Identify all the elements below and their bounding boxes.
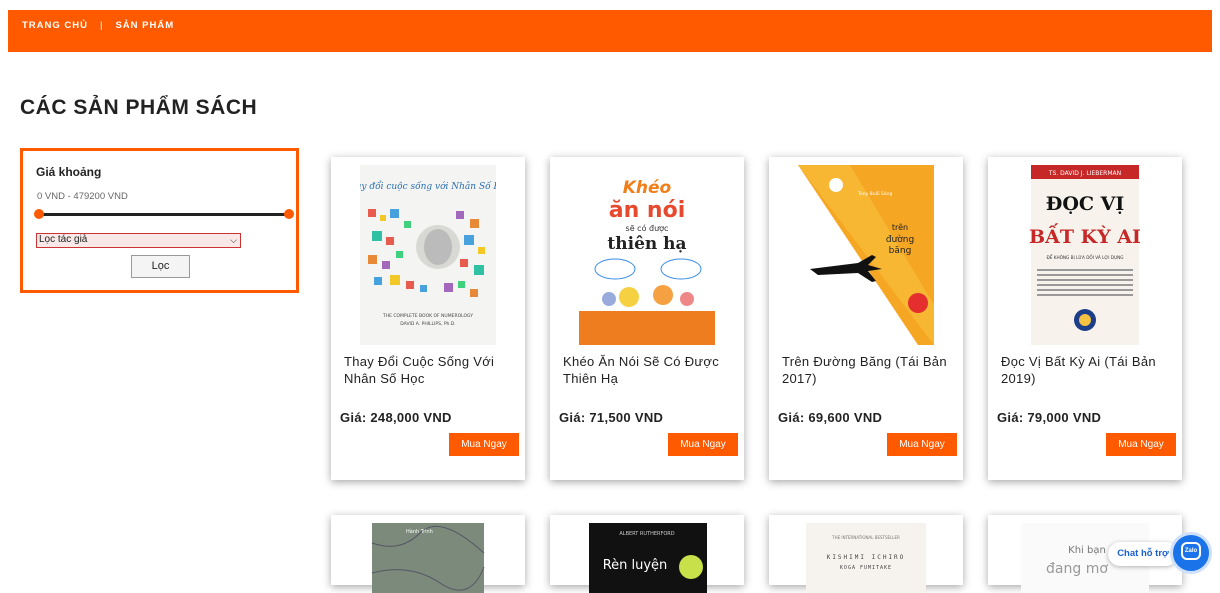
cover-author: ALBERT RUTHERFORD [619, 531, 674, 537]
zalo-chat-button[interactable]: Zalo [1170, 532, 1212, 574]
price-range-text: 0 VND - 479200 VND [37, 191, 128, 202]
book-cover-art: ALBERT RUTHERFORD Rèn luyện [589, 523, 707, 593]
chevron-down-icon: ⌵ [230, 235, 237, 245]
book-cover-image[interactable]: Khéo ăn nói sẽ có được thiên hạ [579, 165, 715, 345]
book-cover-image[interactable]: Thay đổi cuộc sống với Nhân Số Học THE C… [360, 165, 496, 345]
author-select-value: Lọc tác giả [39, 234, 88, 245]
book-cover-image[interactable]: ALBERT RUTHERFORD Rèn luyện [579, 523, 715, 593]
product-title[interactable]: Thay Đổi Cuộc Sống Với Nhân Số Học [344, 353, 514, 387]
book-cover-art: THE INTERNATIONAL BESTSELLER KISHIMI ICH… [806, 523, 926, 593]
book-cover-image[interactable]: Tony Buổi Sáng trên đường băng [798, 165, 934, 345]
book-cover-art: Hành Trình [371, 523, 485, 593]
price-filter-panel: Giá khoảng 0 VND - 479200 VND Lọc tác gi… [20, 148, 299, 293]
cover-top-text: THE INTERNATIONAL BESTSELLER [831, 535, 900, 540]
nav-separator: | [100, 20, 104, 31]
buy-now-button[interactable]: Mua Ngay [1106, 433, 1176, 456]
filter-button[interactable]: Lọc [131, 255, 190, 278]
nav-menu: TRANG CHỦ | SẢN PHẨM [22, 20, 174, 31]
cover-author: DAVID A. PHILLIPS, Ph.D. [400, 321, 455, 327]
cover-line-2: đường [886, 234, 914, 245]
slider-max-handle[interactable] [284, 209, 294, 219]
price-range-slider[interactable] [34, 209, 294, 219]
chat-support-button[interactable]: Chat hỗ trợ [1108, 542, 1178, 566]
author-filter-select[interactable]: Lọc tác giả ⌵ [36, 233, 241, 248]
product-title[interactable]: Khéo Ăn Nói Sẽ Có Được Thiên Hạ [563, 353, 733, 387]
cover-text: KISHIMI ICHIRO [827, 554, 906, 561]
cover-text: Hành Trình [406, 528, 433, 535]
buy-now-button[interactable]: Mua Ngay [668, 433, 738, 456]
product-price: Giá: 71,500 VND [559, 410, 664, 425]
cover-text: Khi bạn [1068, 545, 1106, 556]
cover-line-3: sẽ có được [626, 223, 669, 233]
cover-line-2: ăn nói [609, 198, 685, 223]
cover-brand: Tony Buổi Sáng [857, 190, 893, 197]
product-card[interactable]: TS. DAVID J. LIEBERMAN ĐỌC VỊ BẤT KỲ AI … [988, 157, 1182, 480]
cover-line-1: Khéo [623, 178, 672, 198]
filter-label: Giá khoảng [36, 165, 102, 179]
cover-text: Rèn luyện [603, 558, 668, 573]
nav-products-link[interactable]: SẢN PHẨM [115, 20, 174, 31]
book-cover-art: Thay đổi cuộc sống với Nhân Số Học THE C… [360, 165, 496, 345]
book-cover-art: TS. DAVID J. LIEBERMAN ĐỌC VỊ BẤT KỲ AI … [1029, 165, 1141, 345]
zalo-icon: Zalo [1181, 542, 1201, 560]
product-price: Giá: 69,600 VND [778, 410, 883, 425]
book-cover-image[interactable]: Hành Trình [360, 523, 496, 593]
cover-subtitle: THE COMPLETE BOOK OF NUMEROLOGY [382, 313, 473, 319]
cover-line-1: ĐỌC VỊ [1046, 193, 1125, 215]
book-cover-art: Khéo ăn nói sẽ có được thiên hạ [579, 165, 715, 345]
page-title: CÁC SẢN PHẨM SÁCH [20, 96, 258, 119]
product-card[interactable]: Tony Buổi Sáng trên đường băng Trên Đườn… [769, 157, 963, 480]
product-card[interactable]: Thay đổi cuộc sống với Nhân Số Học THE C… [331, 157, 525, 480]
book-cover-image[interactable]: TS. DAVID J. LIEBERMAN ĐỌC VỊ BẤT KỲ AI … [1017, 165, 1153, 345]
top-navbar: TRANG CHỦ | SẢN PHẨM [8, 10, 1212, 52]
cover-author: TS. DAVID J. LIEBERMAN [1048, 170, 1121, 177]
nav-home-link[interactable]: TRANG CHỦ [22, 20, 88, 31]
product-card[interactable]: Khéo ăn nói sẽ có được thiên hạ Khéo Ăn … [550, 157, 744, 480]
cover-text-2: KOGA FUMITAKE [840, 565, 892, 571]
cover-line-2: BẤT KỲ AI [1029, 223, 1141, 248]
cover-title-text: Thay đổi cuộc sống với Nhân Số Học [360, 180, 496, 192]
product-title[interactable]: Trên Đường Băng (Tái Bản 2017) [782, 353, 952, 387]
buy-now-button[interactable]: Mua Ngay [449, 433, 519, 456]
cover-line-4: thiên hạ [607, 234, 686, 254]
cover-line-1: trên [892, 222, 908, 232]
buy-now-button[interactable]: Mua Ngay [887, 433, 957, 456]
product-title[interactable]: Đọc Vị Bất Kỳ Ai (Tái Bản 2019) [1001, 353, 1171, 387]
cover-subtitle: ĐỂ KHÔNG BỊ LỪA DỐI VÀ LỢI DỤNG [1047, 255, 1124, 260]
product-price: Giá: 79,000 VND [997, 410, 1102, 425]
product-price: Giá: 248,000 VND [340, 410, 452, 425]
book-cover-image[interactable]: THE INTERNATIONAL BESTSELLER KISHIMI ICH… [798, 523, 934, 593]
book-cover-art: Tony Buổi Sáng trên đường băng [798, 165, 934, 345]
slider-min-handle[interactable] [34, 209, 44, 219]
cover-line-3: băng [889, 246, 912, 256]
